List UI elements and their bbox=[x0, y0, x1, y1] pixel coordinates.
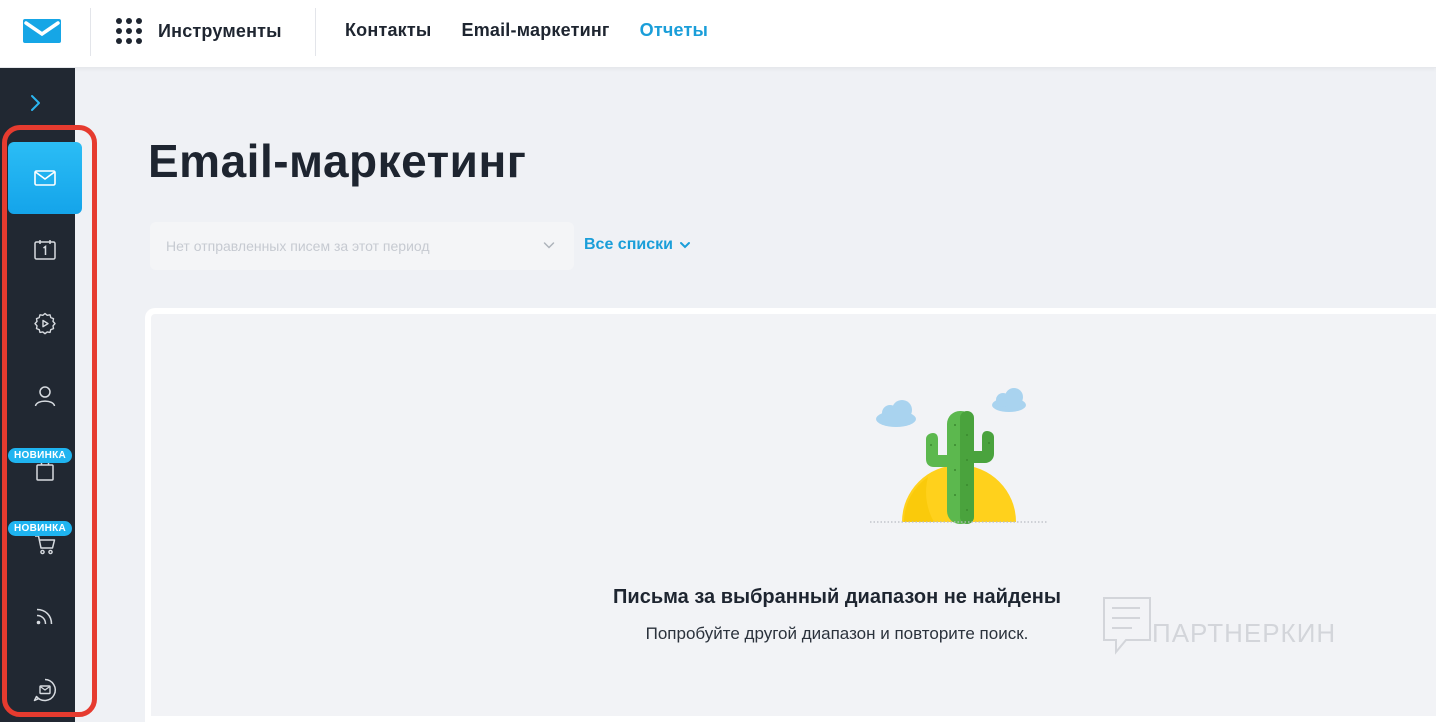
top-bar: Инструменты Контакты Email-маркетинг Отч… bbox=[0, 0, 1436, 68]
nav-contacts[interactable]: Контакты bbox=[345, 20, 431, 41]
chevron-down-icon bbox=[679, 242, 690, 249]
calendar-icon bbox=[34, 240, 56, 260]
sidebar-item-automation[interactable] bbox=[8, 288, 82, 360]
main-nav: Контакты Email-маркетинг Отчеты bbox=[345, 20, 738, 41]
watermark-chat-icon bbox=[1103, 597, 1151, 655]
cloud-icon bbox=[992, 388, 1026, 412]
envelope-icon bbox=[34, 170, 56, 186]
expand-sidebar-icon[interactable] bbox=[24, 92, 46, 114]
brand-logo-icon[interactable] bbox=[22, 18, 62, 44]
sidebar-item-store[interactable] bbox=[8, 434, 82, 506]
nav-email-marketing[interactable]: Email-маркетинг bbox=[461, 20, 609, 41]
cloud-icon bbox=[876, 400, 916, 427]
sidebar-item-conversations[interactable] bbox=[8, 654, 82, 722]
chat-mail-icon bbox=[33, 678, 56, 702]
watermark: ПАРТНЕРКИН bbox=[1100, 588, 1390, 670]
apps-grid-icon[interactable] bbox=[116, 18, 142, 44]
header-divider bbox=[315, 8, 316, 56]
new-badge: НОВИНКА bbox=[8, 448, 73, 463]
period-select-placeholder: Нет отправленных писем за этот период bbox=[166, 238, 430, 254]
tools-label[interactable]: Инструменты bbox=[158, 21, 282, 42]
sidebar-item-ecommerce[interactable] bbox=[8, 508, 82, 580]
tools-menu[interactable]: Инструменты bbox=[116, 18, 282, 44]
new-badge: НОВИНКА bbox=[8, 521, 73, 536]
chevron-down-icon bbox=[543, 242, 555, 249]
sidebar-item-email[interactable] bbox=[8, 142, 82, 214]
cactus-illustration bbox=[870, 388, 1048, 524]
period-select[interactable]: Нет отправленных писем за этот период bbox=[150, 222, 574, 270]
watermark-text: ПАРТНЕРКИН bbox=[1152, 618, 1337, 648]
header-divider bbox=[90, 8, 91, 56]
nav-reports[interactable]: Отчеты bbox=[640, 20, 708, 41]
page-title: Email-маркетинг bbox=[148, 135, 527, 187]
automation-gear-icon bbox=[34, 312, 56, 335]
all-lists-label: Все списки bbox=[584, 236, 673, 253]
sidebar-item-contacts[interactable] bbox=[8, 360, 82, 432]
sidebar-item-calendar[interactable] bbox=[8, 214, 82, 286]
user-icon bbox=[34, 386, 56, 407]
all-lists-dropdown[interactable]: Все списки bbox=[584, 236, 691, 254]
